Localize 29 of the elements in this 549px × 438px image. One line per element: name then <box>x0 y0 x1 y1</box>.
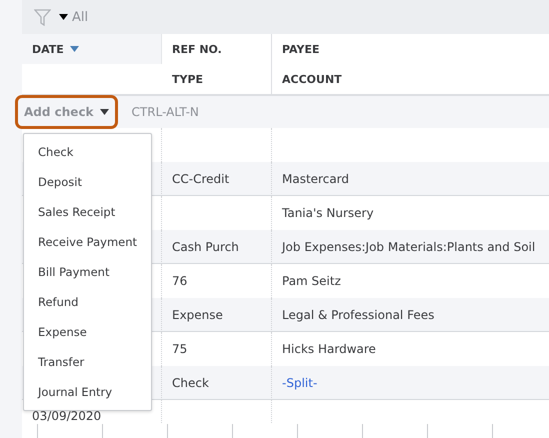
menu-item[interactable]: Refund <box>24 287 151 317</box>
table-cell-text: Check <box>172 376 209 390</box>
table-cell-text: Hicks Hardware <box>282 342 376 356</box>
table-cell-text: 03/09/2020 <box>32 409 102 423</box>
table-cell-text: Pam Seitz <box>282 274 341 288</box>
menu-item[interactable]: Check <box>24 137 151 167</box>
table-cell-text: 75 <box>172 342 188 356</box>
menu-item[interactable]: Deposit <box>24 167 151 197</box>
column-header[interactable]: DATE <box>22 34 162 64</box>
filter-icon[interactable] <box>34 8 51 26</box>
table-cell-text: Job Expenses:Job Materials:Plants and Soil <box>282 240 536 254</box>
table-cell-text: Mastercard <box>282 172 350 186</box>
caret-icon <box>100 109 109 115</box>
table-cell-text: Legal & Professional Fees <box>282 308 434 322</box>
table-cell-text: Expense <box>172 308 223 322</box>
menu-item[interactable]: Sales Receipt <box>24 197 151 227</box>
menu-item[interactable]: Transfer <box>24 347 151 377</box>
caret-icon <box>59 14 68 20</box>
table-cell-text: 76 <box>172 274 188 288</box>
shortcut-hint: CTRL-ALT-N <box>132 105 199 119</box>
table-cell-text: Tania's Nursery <box>282 206 374 220</box>
menu-item[interactable]: Receive Payment <box>24 227 151 257</box>
menu-item[interactable]: Bill Payment <box>24 257 151 287</box>
sort-icon <box>70 46 79 52</box>
table-cell-text: Cash Purch <box>172 240 239 254</box>
table-cell-text: CC-Credit <box>172 172 230 186</box>
split-link[interactable]: -Split- <box>282 376 318 390</box>
menu-item[interactable]: Journal Entry <box>24 377 151 407</box>
menu-item[interactable]: Expense <box>24 317 151 347</box>
